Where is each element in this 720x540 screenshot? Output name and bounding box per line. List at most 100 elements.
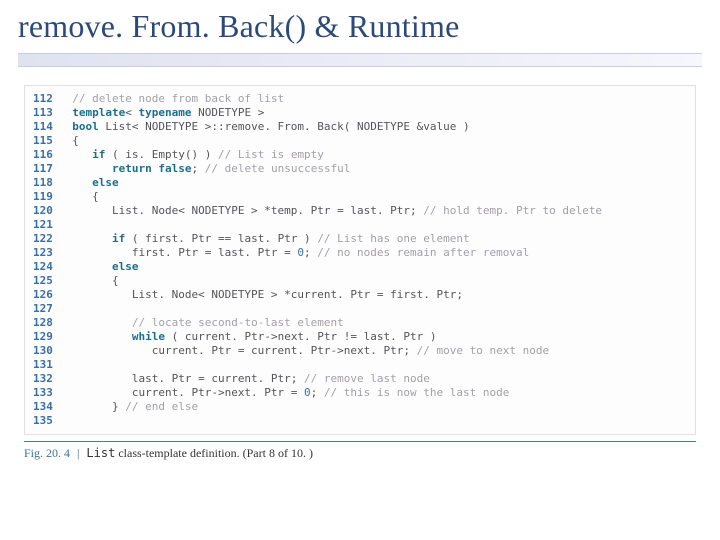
code-line: 127 <box>33 302 689 316</box>
code-block: 112 // delete node from back of list113 … <box>24 85 696 435</box>
line-number: 117 <box>33 162 59 176</box>
code-token <box>72 162 112 175</box>
figure-desc: class-template definition. <box>115 446 239 460</box>
line-number: 121 <box>33 218 59 232</box>
code-token: if <box>92 148 105 161</box>
code-token: while <box>132 330 165 343</box>
line-number: 116 <box>33 148 59 162</box>
code-token: { <box>72 134 79 147</box>
code-line: 118 else <box>33 176 689 190</box>
code-line: 130 current. Ptr = current. Ptr->next. P… <box>33 344 689 358</box>
figure-part: (Part 8 of 10. ) <box>240 446 313 460</box>
code-token: List. Node< NODETYPE > *temp. Ptr = last… <box>72 204 423 217</box>
line-number: 132 <box>33 372 59 386</box>
line-number: 131 <box>33 358 59 372</box>
code-token: // end else <box>125 400 198 413</box>
line-number: 122 <box>33 232 59 246</box>
line-number: 124 <box>33 260 59 274</box>
code-token: ( first. Ptr == last. Ptr ) <box>125 232 317 245</box>
code-token: List< NODETYPE >::remove. From. Back( NO… <box>99 120 470 133</box>
code-token: List. Node< NODETYPE > *current. Ptr = f… <box>72 288 463 301</box>
slide: remove. From. Back() & Runtime 112 // de… <box>0 0 720 540</box>
line-number: 118 <box>33 176 59 190</box>
code-token: { <box>72 274 118 287</box>
code-line: 126 List. Node< NODETYPE > *current. Ptr… <box>33 288 689 302</box>
line-number: 133 <box>33 386 59 400</box>
line-number: 113 <box>33 106 59 120</box>
code-line: 121 <box>33 218 689 232</box>
code-token: ( current. Ptr->next. Ptr != last. Ptr ) <box>165 330 437 343</box>
code-token <box>72 260 112 273</box>
code-token: // List has one element <box>317 232 469 245</box>
code-token: template <box>72 106 125 119</box>
code-line: 114 bool List< NODETYPE >::remove. From.… <box>33 120 689 134</box>
code-token: first. Ptr = last. Ptr = <box>72 246 297 259</box>
code-token <box>72 316 132 329</box>
code-token: ( is. Empty() ) <box>105 148 218 161</box>
code-token: ; <box>311 386 324 399</box>
code-token: ; <box>304 246 317 259</box>
code-token: { <box>72 190 99 203</box>
code-token: typename <box>138 106 191 119</box>
code-token: 0 <box>304 386 311 399</box>
code-token: current. Ptr = current. Ptr->next. Ptr; <box>72 344 416 357</box>
code-token <box>72 176 92 189</box>
line-number: 126 <box>33 288 59 302</box>
line-number: 114 <box>33 120 59 134</box>
title-divider <box>18 53 702 67</box>
code-token: // no nodes remain after removal <box>317 246 529 259</box>
figure-pipe: | <box>73 446 83 460</box>
code-token: // move to next node <box>417 344 549 357</box>
code-token: current. Ptr->next. Ptr = <box>72 386 304 399</box>
code-token: // locate second-to-last element <box>132 316 344 329</box>
code-line: 119 { <box>33 190 689 204</box>
line-number: 128 <box>33 316 59 330</box>
line-number: 112 <box>33 92 59 106</box>
figure-number: Fig. 20. 4 <box>24 446 70 460</box>
code-token: // this is now the last node <box>324 386 509 399</box>
code-token: // hold temp. Ptr to delete <box>423 204 602 217</box>
code-line: 112 // delete node from back of list <box>33 92 689 106</box>
code-line: 116 if ( is. Empty() ) // List is empty <box>33 148 689 162</box>
figure-caption: Fig. 20. 4 | List class-template definit… <box>24 442 696 461</box>
code-line: 120 List. Node< NODETYPE > *temp. Ptr = … <box>33 204 689 218</box>
code-token: } <box>72 400 125 413</box>
page-title: remove. From. Back() & Runtime <box>0 0 720 49</box>
code-line: 131 <box>33 358 689 372</box>
code-token: last. Ptr = current. Ptr; <box>72 372 304 385</box>
code-token <box>72 148 92 161</box>
code-token: < <box>125 106 138 119</box>
code-token: ; <box>191 162 204 175</box>
line-number: 123 <box>33 246 59 260</box>
code-token: if <box>112 232 125 245</box>
code-line: 123 first. Ptr = last. Ptr = 0; // no no… <box>33 246 689 260</box>
line-number: 125 <box>33 274 59 288</box>
code-token: // delete node from back of list <box>72 92 284 105</box>
code-line: 113 template< typename NODETYPE > <box>33 106 689 120</box>
code-token: // List is empty <box>218 148 324 161</box>
code-line: 134 } // end else <box>33 400 689 414</box>
line-number: 119 <box>33 190 59 204</box>
code-line: 117 return false; // delete unsuccessful <box>33 162 689 176</box>
code-token: NODETYPE > <box>191 106 264 119</box>
code-token: // remove last node <box>304 372 430 385</box>
code-line: 125 { <box>33 274 689 288</box>
code-token <box>72 232 112 245</box>
code-token: else <box>112 260 139 273</box>
code-line: 128 // locate second-to-last element <box>33 316 689 330</box>
code-token: // delete unsuccessful <box>205 162 351 175</box>
line-number: 135 <box>33 414 59 428</box>
code-line: 132 last. Ptr = current. Ptr; // remove … <box>33 372 689 386</box>
line-number: 130 <box>33 344 59 358</box>
code-line: 133 current. Ptr->next. Ptr = 0; // this… <box>33 386 689 400</box>
line-number: 127 <box>33 302 59 316</box>
code-line: 135 <box>33 414 689 428</box>
line-number: 120 <box>33 204 59 218</box>
code-token: return false <box>112 162 191 175</box>
line-number: 129 <box>33 330 59 344</box>
line-number: 115 <box>33 134 59 148</box>
code-token <box>72 330 132 343</box>
figure-caption-divider: Fig. 20. 4 | List class-template definit… <box>24 441 696 461</box>
code-line: 129 while ( current. Ptr->next. Ptr != l… <box>33 330 689 344</box>
line-number: 134 <box>33 400 59 414</box>
